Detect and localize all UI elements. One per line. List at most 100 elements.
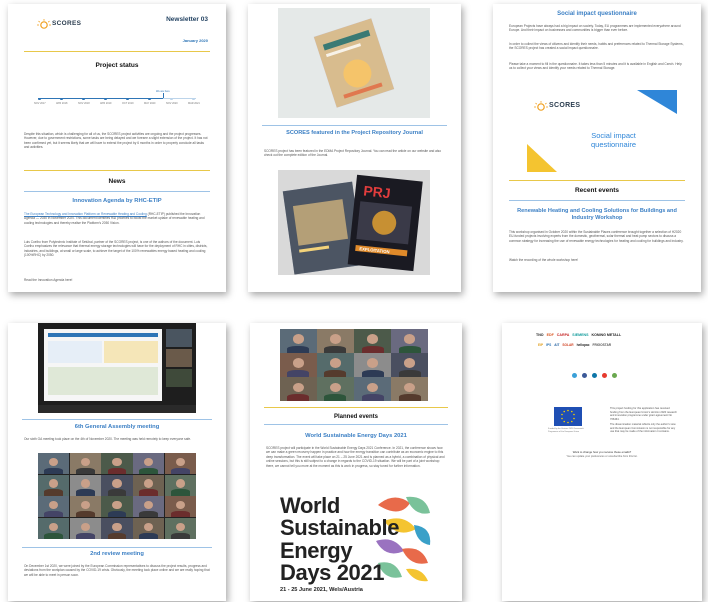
slide-block bbox=[104, 341, 158, 363]
newsletter-page-4: 6th General Assembly meeting Our sixth G… bbox=[8, 323, 226, 601]
innovation-paragraph-1: The European Technology and Innovation P… bbox=[24, 212, 210, 225]
participant-tile bbox=[354, 377, 391, 401]
participant-tile bbox=[38, 517, 70, 539]
event-recording-link[interactable]: Watch the recording of the whole worksho… bbox=[509, 258, 685, 262]
innovation-read-link[interactable]: Read the Innovation Agenda here! bbox=[24, 278, 210, 282]
funding-text: This project funding for this applicatio… bbox=[610, 407, 677, 421]
mag-title: PRJ bbox=[363, 183, 392, 202]
footer-unsubscribe-link[interactable]: You can update your preferences or unsub… bbox=[502, 455, 702, 459]
wsed-heading: World Sustainable Energy Days 2021 bbox=[305, 433, 407, 439]
participant-body bbox=[44, 511, 63, 518]
participant-face bbox=[367, 358, 379, 368]
linkedin-icon[interactable] bbox=[592, 373, 598, 379]
participant-body bbox=[44, 467, 63, 475]
divider bbox=[24, 191, 210, 192]
participant-tile bbox=[101, 517, 133, 539]
newsletter-page-6: TNO EDF CARPA SIEMENS KONING METALL EIP … bbox=[502, 323, 702, 601]
review-meeting-screenshot bbox=[38, 453, 196, 539]
participant-tile bbox=[133, 496, 165, 518]
participant-body bbox=[398, 345, 421, 353]
event-heading: Renewable Heating and Cooling Solutions … bbox=[517, 208, 677, 222]
brochure-illustration bbox=[278, 8, 430, 118]
divider bbox=[509, 180, 685, 181]
repo-heading: SCORES featured in the Project Repositor… bbox=[286, 130, 423, 136]
divider bbox=[24, 170, 210, 171]
questionnaire-banner[interactable]: SCORES Social impact questionnaire bbox=[527, 88, 677, 172]
participant-tile bbox=[354, 329, 391, 353]
survey-paragraph-2: In order to collect the views of citizen… bbox=[509, 42, 684, 51]
participant-tile bbox=[317, 353, 354, 377]
magazine-photo: PRJ EXPLOITATION bbox=[278, 170, 430, 275]
poster-date: 21 - 25 June 2021, Wels/Austria bbox=[280, 587, 363, 593]
participant-body bbox=[75, 532, 95, 539]
sun-logo-icon bbox=[534, 101, 548, 111]
banner-title: Social impact questionnaire bbox=[591, 131, 636, 149]
participant-tile bbox=[133, 474, 165, 496]
assembly-paragraph: Our sixth GA meeting took place on the 4… bbox=[24, 437, 192, 441]
newsletter-date: January 2020 bbox=[182, 38, 208, 43]
survey-heading: Social impact questionnaire bbox=[557, 11, 637, 17]
participant-body bbox=[139, 511, 159, 518]
status-paragraph: Despite this situation, which is challen… bbox=[24, 132, 208, 150]
eu-caption: Funded by the Horizon 2020 Framework Pro… bbox=[548, 428, 584, 433]
innovation-heading: Innovation Agenda by RHC-ETIP bbox=[72, 198, 162, 204]
partner-logo: CARPA bbox=[556, 333, 570, 337]
timeline-dot bbox=[148, 97, 151, 100]
participant-face bbox=[292, 334, 304, 344]
youtube-icon[interactable] bbox=[602, 373, 608, 379]
participant-tile bbox=[164, 496, 196, 518]
participant-tile bbox=[38, 496, 70, 518]
recent-events-heading: Recent events bbox=[574, 187, 620, 194]
newsletter-page-1: SCORES Newsletter 03 January 2020 Projec… bbox=[8, 4, 226, 292]
participant-face bbox=[292, 382, 304, 393]
partner-logos-row-2: EIP IPS AIT SOLAR hellopac FRIGOSTAR bbox=[538, 343, 611, 347]
wsed-poster: World Sustainable Energy Days 2021 21 - … bbox=[280, 491, 432, 593]
participant-face bbox=[175, 457, 186, 467]
timeline-dot bbox=[82, 97, 85, 100]
slide-block bbox=[48, 367, 158, 395]
participant-face bbox=[48, 479, 59, 488]
participant-body bbox=[287, 393, 310, 401]
participant-tile bbox=[317, 329, 354, 353]
partner-logo: hellopac bbox=[576, 343, 590, 347]
participant-face bbox=[175, 500, 186, 510]
participant-tile bbox=[69, 474, 101, 496]
magazine-illustration: PRJ EXPLOITATION bbox=[278, 170, 430, 275]
survey-paragraph-1: European Projects have always had a big … bbox=[509, 24, 681, 33]
divider bbox=[24, 51, 210, 52]
assembly-heading: 6th General Assembly meeting bbox=[74, 424, 160, 430]
divider bbox=[264, 424, 448, 425]
brochure-photo bbox=[278, 8, 430, 118]
participant-face bbox=[175, 522, 186, 531]
divider bbox=[22, 547, 212, 548]
participant-face bbox=[80, 479, 90, 488]
participant-thumb bbox=[166, 369, 192, 387]
facebook-icon[interactable] bbox=[582, 373, 588, 379]
website-icon[interactable] bbox=[612, 373, 618, 379]
rhc-etip-link[interactable]: The European Technology and Innovation P… bbox=[24, 212, 147, 216]
participant-body bbox=[361, 369, 384, 377]
partner-logo: KONING METALL bbox=[591, 333, 622, 337]
timeline-label: APR 2019 bbox=[100, 102, 112, 105]
slide-block bbox=[48, 341, 102, 363]
participant-face bbox=[329, 382, 341, 393]
participant-tile bbox=[69, 453, 101, 475]
participant-body bbox=[171, 511, 190, 518]
timeline-line-done bbox=[38, 98, 163, 100]
participant-body bbox=[361, 345, 384, 353]
participant-tile bbox=[133, 453, 165, 475]
participant-face bbox=[367, 334, 379, 344]
participant-body bbox=[107, 489, 127, 496]
disclaimer-text: The dissemination material reflects only… bbox=[610, 423, 676, 434]
banner-logo: SCORES bbox=[533, 100, 580, 112]
participant-face bbox=[112, 457, 122, 467]
participant-tile bbox=[280, 353, 317, 377]
participant-body bbox=[171, 467, 190, 475]
twitter-icon[interactable] bbox=[572, 373, 578, 379]
timeline-label: MAR 2021 bbox=[188, 102, 200, 105]
participant-tile bbox=[280, 329, 317, 353]
timeline-dot bbox=[38, 97, 41, 100]
timeline-dot bbox=[192, 97, 195, 100]
partner-logo: AIT bbox=[554, 343, 560, 347]
online-meeting-screenshot bbox=[280, 329, 428, 401]
